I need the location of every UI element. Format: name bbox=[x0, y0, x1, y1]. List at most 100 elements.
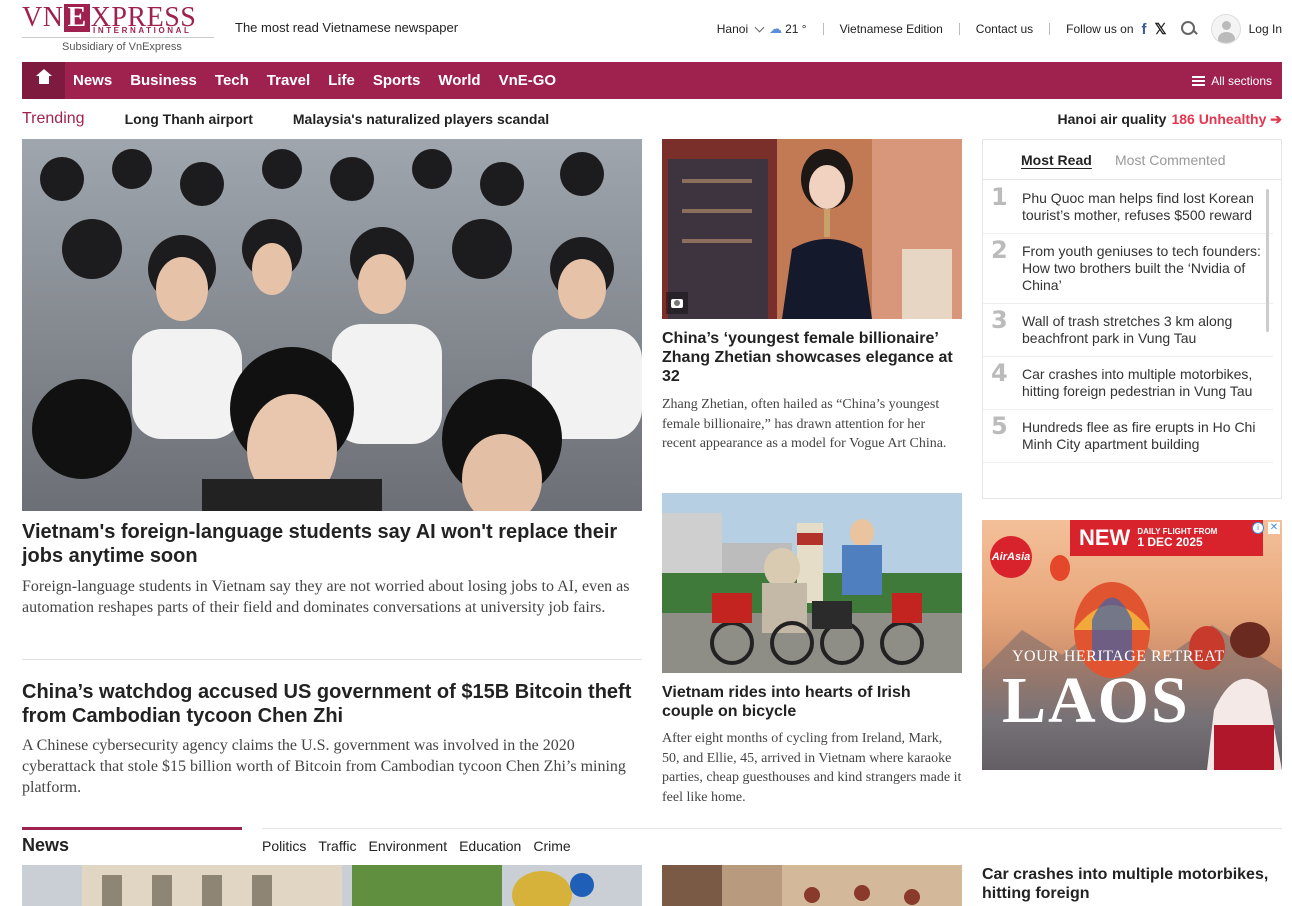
rank-number: 4 bbox=[991, 359, 1008, 387]
ad-info-icon[interactable]: i bbox=[1252, 522, 1264, 534]
article-image[interactable] bbox=[662, 865, 962, 906]
students-crowd-photo bbox=[22, 139, 642, 511]
separator bbox=[958, 23, 960, 35]
login-link[interactable]: Log In bbox=[1249, 22, 1282, 36]
trending-label: Trending bbox=[22, 110, 85, 127]
list-item-title: Wall of trash stretches 3 km along beach… bbox=[1022, 313, 1233, 346]
news-subnav: Politics Traffic Environment Education C… bbox=[262, 838, 571, 854]
article-title[interactable]: China’s ‘youngest female billionaire’ Zh… bbox=[662, 329, 962, 386]
most-read-box: Most Read Most Commented 1 Phu Quoc man … bbox=[982, 139, 1282, 499]
list-item[interactable]: 1 Phu Quoc man helps find lost Korean to… bbox=[983, 181, 1273, 234]
air-quality-label: Hanoi air quality bbox=[1057, 111, 1167, 127]
divider bbox=[22, 659, 642, 660]
site-logo[interactable]: VN E XPRESS INTERNATIONAL Subsidiary of Vn… bbox=[22, 2, 217, 54]
most-read-list: 1 Phu Quoc man helps find lost Korean to… bbox=[983, 181, 1273, 463]
nav-item-tech[interactable]: Tech bbox=[207, 72, 257, 89]
lead-article-title[interactable]: Vietnam's foreign-language students say … bbox=[22, 520, 642, 568]
subnav-education[interactable]: Education bbox=[459, 838, 521, 854]
article-title[interactable]: Car crashes into multiple motorbikes, hi… bbox=[982, 865, 1282, 903]
contact-link[interactable]: Contact us bbox=[976, 22, 1033, 36]
ad-new-flight-banner: NEW DAILY FLIGHT FROM 1 DEC 2025 bbox=[1070, 520, 1263, 556]
camera-icon bbox=[671, 298, 683, 308]
section-divider bbox=[262, 828, 1282, 829]
logo-e: E bbox=[64, 4, 90, 32]
trending-item[interactable]: Long Thanh airport bbox=[125, 111, 253, 127]
vietnamese-edition-link[interactable]: Vietnamese Edition bbox=[840, 22, 943, 36]
article-desc: After eight months of cycling from Irela… bbox=[662, 731, 962, 805]
temperature: 21 ° bbox=[785, 22, 807, 36]
list-item-title: Hundreds flee as fire erupts in Ho Chi M… bbox=[1022, 419, 1256, 452]
logo-vn: VN bbox=[22, 2, 64, 33]
article-image[interactable] bbox=[662, 493, 962, 673]
list-item-title: Phu Quoc man helps find lost Korean tour… bbox=[1022, 190, 1254, 223]
ad-flight-info: DAILY FLIGHT FROM 1 DEC 2025 bbox=[1137, 527, 1217, 549]
partly-cloudy-icon: ☁ bbox=[769, 21, 783, 36]
all-sections-button[interactable]: All sections bbox=[1192, 62, 1272, 99]
menu-icon bbox=[1192, 75, 1206, 86]
tab-most-read[interactable]: Most Read bbox=[1021, 152, 1092, 168]
social-follow: Follow us on f 𝕏 bbox=[1066, 20, 1167, 39]
nav-item-travel[interactable]: Travel bbox=[259, 72, 318, 89]
user-avatar-icon[interactable] bbox=[1210, 14, 1241, 44]
street-photo bbox=[22, 865, 642, 906]
all-sections-label: All sections bbox=[1211, 73, 1272, 88]
ad-close-icon[interactable]: ✕ bbox=[1268, 522, 1280, 534]
facebook-icon[interactable]: f bbox=[1142, 21, 1147, 38]
nav-item-sports[interactable]: Sports bbox=[365, 72, 429, 89]
air-quality-link[interactable]: Hanoi air quality 186 Unhealthy ➔ bbox=[1058, 99, 1282, 139]
list-item[interactable]: 5 Hundreds flee as fire erupts in Ho Chi… bbox=[983, 410, 1273, 463]
article-title[interactable]: Vietnam rides into hearts of Irish coupl… bbox=[662, 683, 962, 721]
nav-item-vne-go[interactable]: VnE-GO bbox=[491, 72, 565, 89]
separator bbox=[1049, 23, 1051, 35]
section-title-news[interactable]: News bbox=[22, 835, 69, 856]
article-desc: A Chinese cybersecurity agency claims th… bbox=[22, 737, 626, 796]
article-image[interactable] bbox=[662, 139, 962, 319]
list-item[interactable]: 3 Wall of trash stretches 3 km along bea… bbox=[983, 304, 1273, 357]
advertisement-banner[interactable]: AirAsia NEW DAILY FLIGHT FROM 1 DEC 2025… bbox=[982, 520, 1282, 770]
subnav-traffic[interactable]: Traffic bbox=[318, 838, 356, 854]
article-title[interactable]: China’s watchdog accused US government o… bbox=[22, 680, 642, 728]
ad-flight-date: 1 DEC 2025 bbox=[1137, 535, 1203, 549]
rank-number: 3 bbox=[991, 306, 1008, 334]
site-header: VN E XPRESS INTERNATIONAL Subsidiary of Vn… bbox=[0, 0, 1292, 62]
photo-gallery-badge bbox=[666, 292, 688, 314]
nav-item-business[interactable]: Business bbox=[122, 72, 205, 89]
list-item-title: Car crashes into multiple motorbikes, hi… bbox=[1022, 366, 1253, 399]
ad-destination: LAOS bbox=[1002, 664, 1190, 737]
chevron-down-icon bbox=[754, 22, 765, 32]
trending-bar: Trending Long Thanh airport Malaysia's n… bbox=[22, 99, 1282, 139]
most-read-tabs: Most Read Most Commented bbox=[983, 140, 1281, 180]
list-item[interactable]: 2 From youth geniuses to tech founders: … bbox=[983, 234, 1273, 304]
section-accent-bar bbox=[22, 827, 242, 830]
nav-item-life[interactable]: Life bbox=[320, 72, 363, 89]
city-name: Hanoi bbox=[716, 22, 749, 36]
nav-items: News Business Tech Travel Life Sports Wo… bbox=[65, 72, 564, 89]
logo-subsidiary: Subsidiary of VnExpress bbox=[62, 41, 182, 53]
subnav-politics[interactable]: Politics bbox=[262, 838, 306, 854]
street-scene-photo bbox=[662, 865, 962, 906]
search-icon[interactable] bbox=[1180, 21, 1197, 37]
follow-label: Follow us on bbox=[1066, 22, 1134, 36]
lead-article-desc: Foreign-language students in Vietnam say… bbox=[22, 578, 630, 616]
logo-divider bbox=[22, 37, 214, 38]
subnav-crime[interactable]: Crime bbox=[533, 838, 570, 854]
nav-item-news[interactable]: News bbox=[65, 72, 120, 89]
lead-article-image[interactable] bbox=[22, 139, 642, 511]
airasia-logo: AirAsia bbox=[990, 536, 1032, 578]
home-button[interactable] bbox=[22, 62, 65, 99]
trending-item[interactable]: Malaysia's naturalized players scandal bbox=[293, 111, 549, 127]
city-selector[interactable]: Hanoi bbox=[717, 22, 769, 36]
woman-microphone-photo bbox=[662, 139, 962, 319]
most-read-scrollbar[interactable] bbox=[1266, 189, 1269, 332]
list-item[interactable]: 4 Car crashes into multiple motorbikes, … bbox=[983, 357, 1273, 410]
nav-item-world[interactable]: World bbox=[430, 72, 488, 89]
article-image[interactable] bbox=[22, 865, 642, 906]
tab-most-commented[interactable]: Most Commented bbox=[1115, 152, 1225, 168]
weather-widget: ☁ 21 ° bbox=[769, 21, 806, 37]
ad-new-label: NEW bbox=[1079, 525, 1131, 550]
x-twitter-icon[interactable]: 𝕏 bbox=[1155, 20, 1167, 38]
separator bbox=[822, 23, 824, 35]
subnav-environment[interactable]: Environment bbox=[368, 838, 447, 854]
rank-number: 1 bbox=[991, 183, 1008, 211]
rank-number: 2 bbox=[991, 236, 1008, 264]
